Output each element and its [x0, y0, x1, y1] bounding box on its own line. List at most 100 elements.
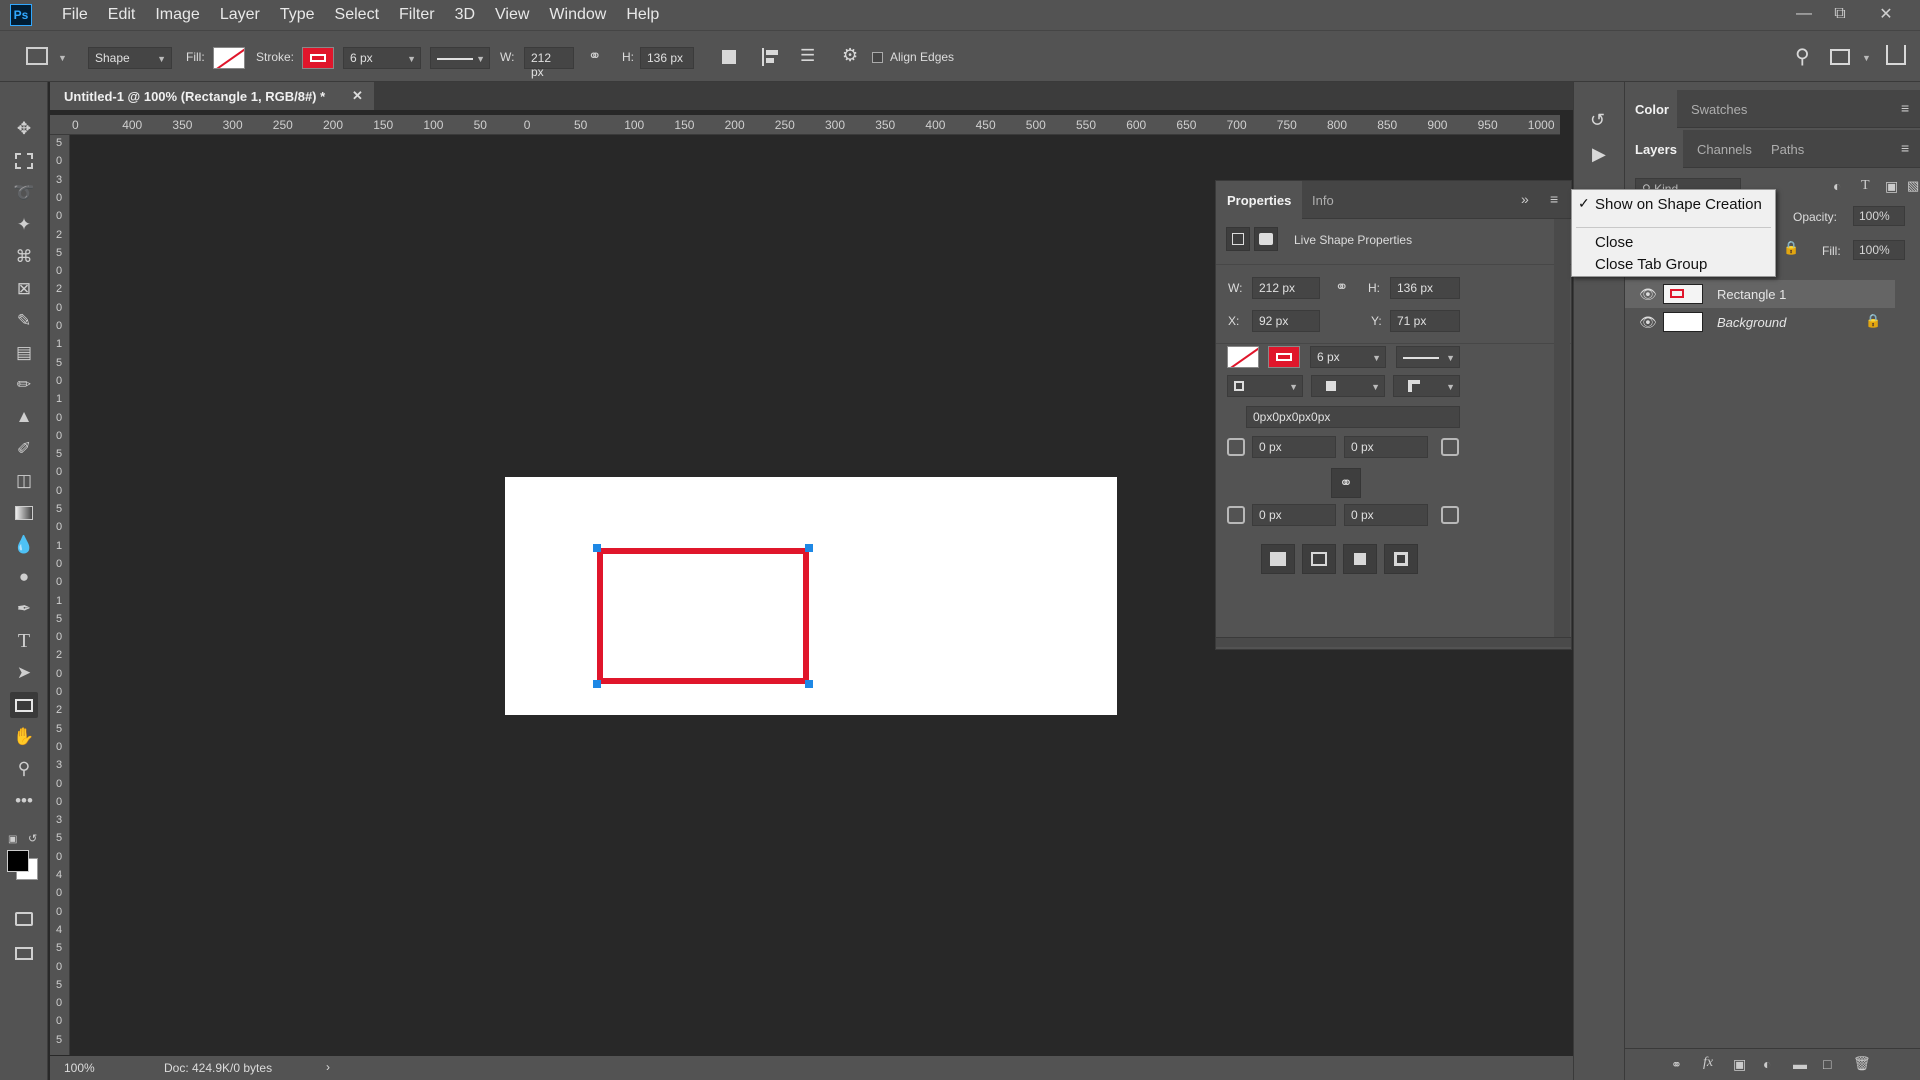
filter-type-icon[interactable]: T	[1861, 178, 1870, 194]
lasso-tool-icon[interactable]: ➰	[10, 180, 38, 206]
filter-smart-object-icon[interactable]: ▧	[1907, 178, 1919, 194]
layer-row-background[interactable]: 👁 Background 🔒	[1625, 308, 1895, 336]
rectangle-tool-preset-icon[interactable]	[26, 47, 48, 65]
menu-image[interactable]: Image	[145, 6, 209, 24]
stroke-caps-select[interactable]: ▼	[1311, 375, 1385, 397]
search-icon[interactable]: ⚲	[1795, 44, 1810, 69]
width-field[interactable]: 212 px	[1252, 277, 1320, 299]
transform-handle[interactable]	[593, 680, 601, 688]
link-layers-icon[interactable]: ⚭	[1671, 1057, 1682, 1073]
menu-item-close-tab-group[interactable]: Close Tab Group	[1572, 252, 1775, 276]
combine-shapes-icon[interactable]	[1261, 544, 1295, 574]
tab-paths[interactable]: Paths	[1771, 142, 1804, 157]
intersect-shape-icon[interactable]	[1343, 544, 1377, 574]
chevron-down-icon[interactable]: ▼	[58, 53, 67, 63]
blur-tool-icon[interactable]: 💧	[10, 532, 38, 558]
panel-menu-icon[interactable]: ≡	[1901, 100, 1909, 116]
menu-window[interactable]: Window	[539, 6, 616, 24]
corner-radius-all-field[interactable]: 0px0px0px0px	[1246, 406, 1460, 428]
stroke-swatch[interactable]	[302, 47, 334, 69]
menu-type[interactable]: Type	[270, 6, 325, 24]
path-alignment-icon[interactable]	[762, 48, 778, 66]
layer-row-rectangle-1[interactable]: 👁 Rectangle 1	[1625, 280, 1895, 308]
tab-color[interactable]: Color	[1635, 102, 1669, 117]
gear-icon[interactable]: ⚙	[842, 45, 858, 66]
height-field[interactable]: 136 px	[1390, 277, 1460, 299]
link-radius-icon[interactable]: ⚭	[1331, 468, 1361, 498]
menu-select[interactable]: Select	[325, 6, 389, 24]
stroke-align-select[interactable]: ▼	[1227, 375, 1303, 397]
filter-shape-icon[interactable]: ▣	[1885, 178, 1898, 195]
menu-layer[interactable]: Layer	[210, 6, 270, 24]
minimize-icon[interactable]: —	[1786, 0, 1822, 28]
visibility-eye-icon[interactable]: 👁	[1639, 286, 1657, 303]
group-folder-icon[interactable]: ▬	[1793, 1056, 1807, 1072]
close-window-icon[interactable]: ✕	[1868, 0, 1904, 28]
foreground-color-swatch[interactable]	[7, 850, 29, 872]
path-selection-tool-icon[interactable]: ➤	[10, 660, 38, 686]
y-field[interactable]: 71 px	[1390, 310, 1460, 332]
link-icon[interactable]: ⚭	[1335, 277, 1348, 297]
collapse-panel-icon[interactable]: »	[1521, 191, 1529, 207]
document-tab[interactable]: Untitled-1 @ 100% (Rectangle 1, RGB/8#) …	[50, 82, 374, 110]
tab-info[interactable]: Info	[1312, 193, 1334, 208]
chevron-down-icon[interactable]: ▼	[1862, 53, 1871, 63]
eyedropper-tool-icon[interactable]: ✎	[10, 308, 38, 334]
rectangle-shape[interactable]	[597, 548, 809, 684]
align-edges-checkbox[interactable]	[872, 52, 883, 63]
transform-icon[interactable]	[1226, 227, 1250, 251]
default-colors-icon[interactable]: ▣	[8, 834, 17, 845]
fill-swatch[interactable]	[213, 47, 245, 69]
menu-item-show-on-shape-creation[interactable]: ✓ Show on Shape Creation	[1572, 192, 1775, 216]
subtract-shape-icon[interactable]	[1302, 544, 1336, 574]
stroke-swatch[interactable]	[1268, 346, 1300, 368]
stroke-type-select[interactable]: ▼	[430, 47, 490, 69]
marquee-tool-icon[interactable]	[10, 148, 38, 174]
layer-name[interactable]: Background	[1717, 315, 1786, 330]
opacity-field[interactable]: 100%	[1853, 206, 1905, 226]
menu-3d[interactable]: 3D	[445, 6, 485, 24]
quick-mask-icon[interactable]	[10, 906, 38, 932]
pen-tool-icon[interactable]: ✒	[10, 596, 38, 622]
close-tab-icon[interactable]: ✕	[352, 88, 363, 104]
menu-edit[interactable]: Edit	[98, 6, 146, 24]
corner-radius-bl-field[interactable]: 0 px	[1252, 504, 1336, 526]
panel-scrollbar[interactable]	[1554, 219, 1570, 639]
path-operations-icon[interactable]	[722, 50, 736, 64]
type-tool-icon[interactable]: T	[10, 628, 38, 654]
frame-tool-icon[interactable]: ⊠	[10, 276, 38, 302]
menu-filter[interactable]: Filter	[389, 6, 445, 24]
brush-tool-icon[interactable]: ✏	[10, 372, 38, 398]
menu-item-close[interactable]: Close	[1572, 230, 1775, 254]
new-layer-icon[interactable]: □	[1823, 1056, 1831, 1072]
stamp-tool-icon[interactable]: ▲	[10, 404, 38, 430]
lock-icon[interactable]: 🔒	[1783, 240, 1799, 256]
transform-handle[interactable]	[593, 544, 601, 552]
swap-colors-icon[interactable]: ↺	[28, 832, 37, 845]
workspace-icon[interactable]	[1830, 49, 1850, 65]
tab-layers[interactable]: Layers	[1635, 142, 1677, 157]
history-brush-tool-icon[interactable]: ✐	[10, 436, 38, 462]
tool-mode-select[interactable]: Shape ▼	[88, 47, 172, 69]
healing-brush-tool-icon[interactable]: ▤	[10, 340, 38, 366]
menu-help[interactable]: Help	[616, 6, 669, 24]
corner-radius-tl-field[interactable]: 0 px	[1252, 436, 1336, 458]
layer-name[interactable]: Rectangle 1	[1717, 287, 1786, 302]
fill-swatch[interactable]	[1227, 346, 1259, 368]
share-icon[interactable]	[1886, 45, 1906, 65]
stroke-corners-select[interactable]: ▼	[1393, 375, 1460, 397]
zoom-level[interactable]: 100%	[64, 1061, 95, 1075]
panel-menu-icon[interactable]: ≡	[1901, 140, 1909, 156]
magic-wand-tool-icon[interactable]: ✦	[10, 212, 38, 238]
eraser-tool-icon[interactable]: ◫	[10, 468, 38, 494]
document-canvas[interactable]	[505, 477, 1117, 715]
menu-file[interactable]: File	[52, 6, 98, 24]
link-icon[interactable]: ⚭	[588, 46, 601, 66]
trash-icon[interactable]: 🗑	[1853, 1055, 1871, 1072]
stroke-type-select[interactable]: ▼	[1396, 346, 1460, 368]
exclude-shape-icon[interactable]	[1384, 544, 1418, 574]
mask-icon[interactable]	[1254, 227, 1278, 251]
tab-channels[interactable]: Channels	[1697, 142, 1752, 157]
transform-handle[interactable]	[805, 544, 813, 552]
fx-icon[interactable]: fx	[1703, 1055, 1713, 1071]
